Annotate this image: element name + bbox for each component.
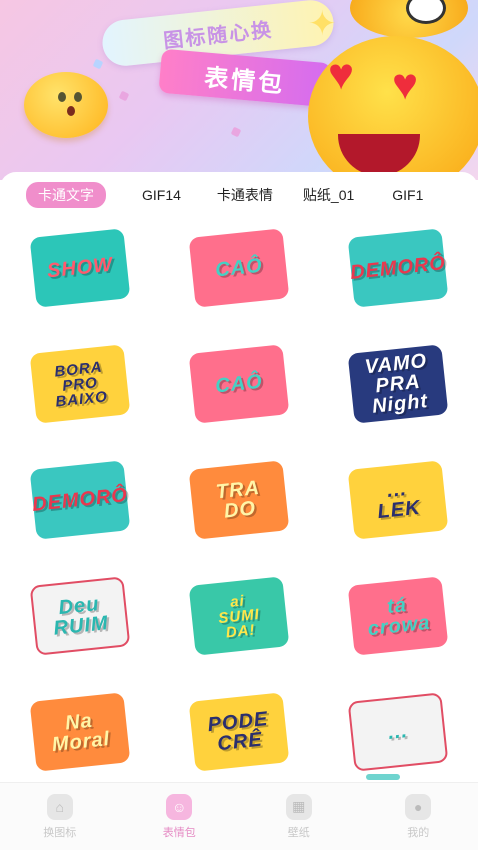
sticker-text: Moral (50, 727, 111, 756)
sticker-item[interactable]: TRA DO (159, 456, 318, 544)
category-tabs: 卡通文字 GIF14 卡通表情 贴纸_01 GIF1 (0, 180, 478, 210)
ai-sumida-sticker-icon: ai SUMI DA! (188, 576, 290, 656)
sticker-text: Night (371, 390, 430, 418)
sticker-item[interactable]: Na Moral (0, 688, 159, 776)
nav-item-wallpaper[interactable]: ▦ 壁纸 (239, 783, 359, 850)
nav-item-emoji[interactable]: ☺ 表情包 (120, 783, 240, 850)
sticker-text: DA! (224, 620, 257, 641)
banner-title: 图标随心换 (162, 18, 275, 53)
sticker-item[interactable]: ... (319, 688, 478, 776)
wink-emoji-icon (350, 0, 468, 38)
sticker-text: crowa (366, 611, 432, 641)
sticker-item[interactable]: ai SUMI DA! (159, 572, 318, 660)
deu-ruim-sticker-icon: Deu RUIM (29, 576, 131, 656)
sticker-text: CRÊ (216, 728, 264, 756)
nav-label: 我的 (407, 826, 430, 839)
tab-cartoon-emoji[interactable]: 卡通表情 (217, 185, 273, 205)
nav-label: 表情包 (162, 826, 196, 839)
sticker-text: VAMO PRA (363, 349, 429, 398)
sticker-text: DEMORÔ (349, 252, 448, 284)
partial-sticker (366, 774, 400, 780)
tab-gif14[interactable]: GIF14 (142, 187, 181, 203)
sticker-item[interactable]: DEMORÔ (0, 456, 159, 544)
sticker-text: CAÔ (214, 254, 264, 282)
na-moral-sticker-icon: Na Moral (29, 692, 131, 772)
sticker-item[interactable]: CAÔ (159, 340, 318, 428)
tab-stickers-01[interactable]: 贴纸_01 (303, 185, 354, 205)
ta-crowa-sticker-icon: tá crowa (347, 576, 449, 656)
cao-glasses-sticker-icon: CAÔ (188, 344, 290, 424)
sticker-text: DO (222, 497, 258, 523)
cap-lek-sticker-icon: ... LEK (347, 460, 449, 540)
sparkle-icon: ✦ (308, 5, 337, 43)
sticker-item[interactable]: PODE CRÊ (159, 688, 318, 776)
sticker-panel: 卡通文字 GIF14 卡通表情 贴纸_01 GIF1 SHOW CAÔ DEMORÔ… (0, 172, 478, 782)
sticker-item[interactable]: BORA PRO BAIXO (0, 340, 159, 428)
sticker-text: RUIM (52, 612, 110, 640)
sticker-item[interactable]: Deu RUIM (0, 572, 159, 660)
bottom-navigation: ⌂ 换图标 ☺ 表情包 ▦ 壁纸 ● 我的 (0, 782, 478, 850)
sticker-text: CAÔ (214, 370, 264, 398)
confetti (92, 58, 104, 70)
emoji-icon: ☺ (166, 793, 193, 820)
wallpaper-icon: ▦ (285, 793, 312, 820)
nav-label: 换图标 (43, 826, 77, 839)
nav-item-profile[interactable]: ● 我的 (359, 783, 478, 850)
vamo-pra-night-sticker-icon: VAMO PRA Night (347, 344, 449, 424)
surprised-emoji-icon (24, 72, 108, 138)
banner-subtitle-tag: 表情包 (158, 48, 332, 108)
heart-eyes-emoji-icon: ♥ ♥ (308, 36, 478, 180)
sticker-text: SHOW (45, 253, 114, 283)
demoro-sticker-icon: DEMORÔ (29, 460, 131, 540)
confetti (118, 90, 130, 102)
sticker-text: LEK (376, 496, 422, 524)
banner-subtitle: 表情包 (203, 64, 287, 98)
nav-item-home[interactable]: ⌂ 换图标 (0, 783, 120, 850)
profile-icon: ● (405, 793, 432, 820)
sticker-item[interactable]: CAÔ (159, 224, 318, 312)
trado-sticker-icon: TRA DO (188, 460, 290, 540)
sticker-item[interactable]: DEMORÔ (319, 224, 478, 312)
sticker-item[interactable]: SHOW (0, 224, 159, 312)
tab-gif1[interactable]: GIF1 (392, 187, 423, 203)
sticker-item[interactable]: VAMO PRA Night (319, 340, 478, 428)
tab-cartoon-text[interactable]: 卡通文字 (26, 182, 106, 208)
promo-banner[interactable]: 图标随心换 ✦ 表情包 ♥ ♥ (0, 0, 478, 180)
show-sticker-icon: SHOW (29, 228, 131, 308)
sticker-item[interactable]: tá crowa (319, 572, 478, 660)
nav-label: 壁纸 (287, 826, 310, 839)
text-sticker-icon: ... (347, 692, 449, 772)
sticker-text: DEMORÔ (30, 484, 129, 516)
pode-cre-hand-sticker-icon: PODE CRÊ (188, 692, 290, 772)
bora-pro-baixo-sticker-icon: BORA PRO BAIXO (29, 344, 131, 424)
sticker-grid: SHOW CAÔ DEMORÔ BORA PRO BAIXO CAÔ VAMO PRA Nigh… (0, 224, 478, 776)
confetti (230, 126, 242, 138)
sticker-item[interactable]: ... LEK (319, 456, 478, 544)
sticker-text: ... (387, 720, 410, 744)
home-icon: ⌂ (46, 793, 73, 820)
cao-glasses-sticker-icon: CAÔ (188, 228, 290, 308)
demoro-sticker-icon: DEMORÔ (347, 228, 449, 308)
